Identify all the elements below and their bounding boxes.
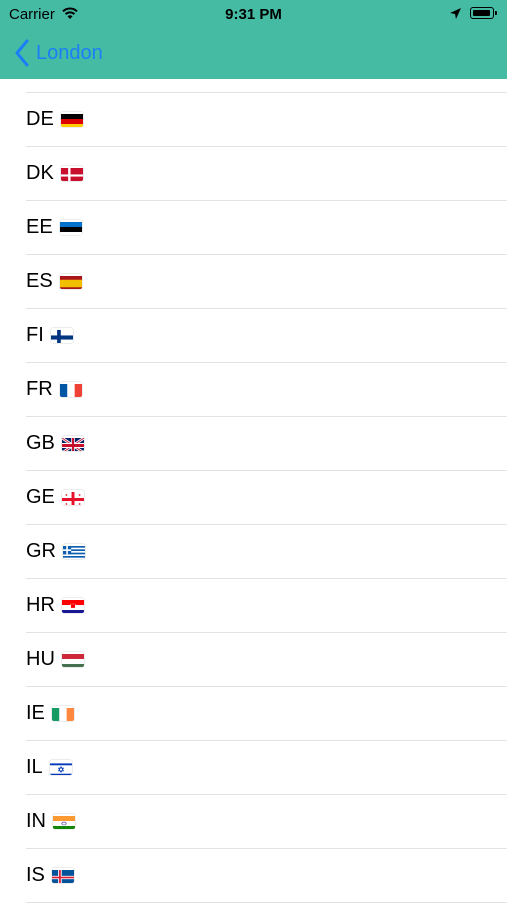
back-button[interactable]: London <box>14 38 103 68</box>
country-code-label: GR <box>26 540 56 562</box>
battery-icon <box>470 7 497 19</box>
country-code-label: FR <box>26 378 53 400</box>
country-code-label: IE <box>26 702 45 724</box>
greece-flag-icon <box>63 544 85 559</box>
finland-flag-icon <box>50 328 73 343</box>
clock: 9:31 PM <box>225 6 282 23</box>
back-button-label: London <box>36 41 103 64</box>
country-row-gb[interactable]: GB <box>26 417 507 471</box>
country-code-label: HU <box>26 648 55 670</box>
country-row-dk[interactable]: DK <box>26 147 507 201</box>
uk-flag-icon <box>61 436 84 451</box>
country-code-label: DE <box>26 108 54 130</box>
georgia-flag-icon <box>61 490 84 505</box>
country-list: DE DK EE ES FI FR GB GE GR HR HU IE IL IN IS <box>0 79 507 903</box>
country-code-label: HR <box>26 594 55 616</box>
country-row-hu[interactable]: HU <box>26 633 507 687</box>
denmark-flag-icon <box>60 166 83 181</box>
country-code-label: IL <box>26 756 43 778</box>
country-code-label: EE <box>26 216 53 238</box>
country-code-label: DK <box>26 162 54 184</box>
country-row-in[interactable]: IN <box>26 795 507 849</box>
country-row-ee[interactable]: EE <box>26 201 507 255</box>
country-row-ge[interactable]: GE <box>26 471 507 525</box>
country-code-label: GB <box>26 432 55 454</box>
country-code-label: FI <box>26 324 44 346</box>
iceland-flag-icon <box>51 868 74 883</box>
france-flag-icon <box>59 382 82 397</box>
country-row-fi[interactable]: FI <box>26 309 507 363</box>
country-row-fr[interactable]: FR <box>26 363 507 417</box>
list-divider <box>26 79 507 93</box>
country-code-label: ES <box>26 270 53 292</box>
country-row-de[interactable]: DE <box>26 93 507 147</box>
germany-flag-icon <box>60 112 83 127</box>
country-row-ie[interactable]: IE <box>26 687 507 741</box>
croatia-flag-icon <box>61 598 84 613</box>
estonia-flag-icon <box>59 220 82 235</box>
chevron-left-icon <box>15 39 29 67</box>
country-row-il[interactable]: IL <box>26 741 507 795</box>
spain-flag-icon <box>59 274 82 289</box>
navigation-header: Carrier 9:31 PM London <box>0 0 507 79</box>
hungary-flag-icon <box>61 652 84 667</box>
country-code-label: IN <box>26 810 46 832</box>
india-flag-icon <box>53 814 75 829</box>
ireland-flag-icon <box>51 706 74 721</box>
country-row-is[interactable]: IS <box>26 849 507 903</box>
country-row-es[interactable]: ES <box>26 255 507 309</box>
israel-flag-icon <box>49 760 72 775</box>
location-arrow-icon <box>450 8 461 19</box>
country-row-gr[interactable]: GR <box>26 525 507 579</box>
country-code-label: IS <box>26 864 45 886</box>
status-bar: Carrier 9:31 PM <box>0 0 507 28</box>
country-row-hr[interactable]: HR <box>26 579 507 633</box>
country-code-label: GE <box>26 486 55 508</box>
